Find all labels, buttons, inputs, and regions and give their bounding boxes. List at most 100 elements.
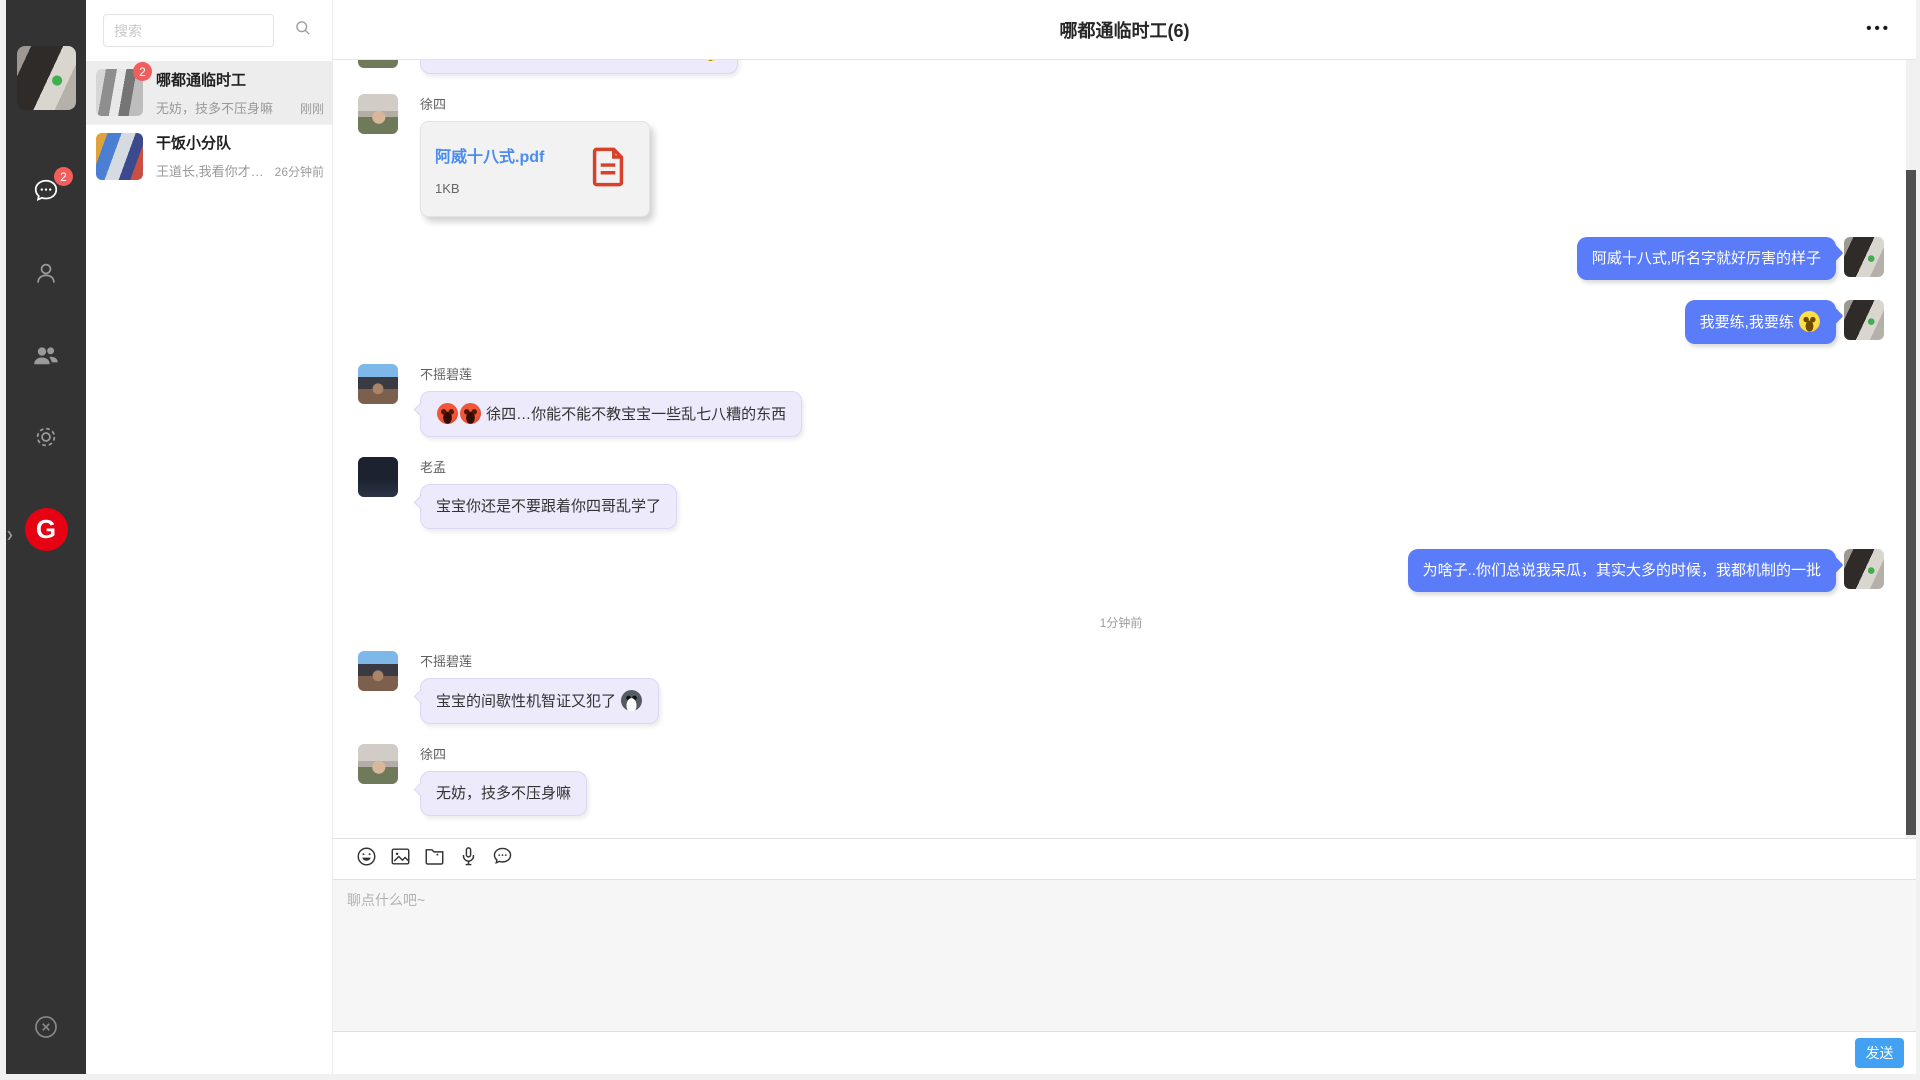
message: 不摇碧莲 徐四…你能不能不教宝宝一些乱七八糟的东西 [358,364,1884,437]
unread-badge: 2 [133,62,152,81]
message-bubble[interactable]: 我要练,我要练 [1685,300,1836,344]
message-bubble[interactable]: 徐四…你能不能不教宝宝一些乱七八糟的东西 [420,391,802,437]
message-body: 宝宝 我这有本祖传秘笈,很适合你修炼哦 [420,60,738,74]
avatar-user[interactable] [1844,237,1884,277]
chat-item-body: 干饭小分队王道长,我看你才… 26分钟前 [156,132,324,180]
chat-list: 2哪都通临时工无妨，技多不压身嘛刚刚干饭小分队王道长,我看你才…26分钟前 [86,61,332,187]
message: 老孟宝宝你还是不要跟着你四哥乱学了 [358,457,1884,529]
message-body: 不摇碧莲 徐四…你能不能不教宝宝一些乱七八糟的东西 [420,364,802,437]
chat-avatar: 2 [96,69,143,116]
rage-face-emoji [460,403,481,424]
expand-arrow-icon[interactable]: ❯ [6,530,14,541]
message-text: 阿威十八式,听名字就好厉害的样子 [1592,250,1821,267]
avatar-xusi[interactable] [358,94,398,134]
message-bubble[interactable]: 为啥子..你们总说我呆瓜，其实大多的时候，我都机制的一批 [1408,549,1836,592]
message-text: 宝宝你还是不要跟着你四哥乱学了 [436,498,661,515]
message-body: 徐四无妨，技多不压身嘛 [420,744,587,816]
scrollbar-thumb[interactable] [1906,170,1916,835]
conversation-title: 哪都通临时工(6) [1060,17,1190,43]
chat-avatar [96,133,143,180]
message-bubble[interactable]: 无妨，技多不压身嘛 [420,771,587,816]
file-message-card[interactable]: 阿威十八式.pdf1KB [420,121,650,217]
avatar-user[interactable] [1844,549,1884,589]
contacts-icon [32,259,60,287]
message-author: 老孟 [420,457,677,476]
gg-logo[interactable]: G [25,508,68,551]
message-input[interactable] [333,879,1916,1032]
message: 徐四阿威十八式.pdf1KB [358,94,1884,217]
message-text: 我要练,我要练 [1700,314,1798,331]
chat-item-title: 哪都通临时工 [156,69,324,90]
composer: 发送 [333,838,1916,1074]
message-body: 我要练,我要练 [1685,300,1836,344]
message-bubble[interactable]: 宝宝 我这有本祖传秘笈,很适合你修炼哦 [420,60,738,74]
message: 不摇碧莲宝宝的间歇性机智证又犯了 [358,651,1884,724]
avatar-xusi[interactable] [358,744,398,784]
message-body: 老孟宝宝你还是不要跟着你四哥乱学了 [420,457,677,529]
penguin-sticker-emoji [621,690,642,711]
chat-history-button[interactable] [485,844,519,874]
melting-face-emoji [1799,311,1820,332]
more-menu-button[interactable]: ••• [1866,24,1891,34]
chat-item-subtitle-row: 王道长,我看你才… 26分钟前 [156,161,324,180]
settings-nav-button[interactable] [31,422,61,452]
groups-nav-button[interactable] [31,340,61,370]
avatar-bilian[interactable] [358,651,398,691]
message-author: 不摇碧莲 [420,364,802,383]
send-button[interactable]: 发送 [1855,1038,1904,1068]
chats-nav-button[interactable]: 2 [31,176,61,206]
close-circle-icon [32,1013,60,1041]
message: 我要练,我要练 [358,300,1884,344]
message-author: 徐四 [420,744,587,763]
contacts-nav-button[interactable] [31,258,61,288]
avatar-user[interactable] [1844,300,1884,340]
avatar-laomeng[interactable] [358,457,398,497]
emoji-icon [355,845,378,873]
chat-item-last-message: 无妨，技多不压身嘛 [156,98,294,117]
user-avatar[interactable] [17,46,76,110]
message-text: 宝宝的间歇性机智证又犯了 [436,693,620,710]
message-text: 为啥子..你们总说我呆瓜，其实大多的时候，我都机制的一批 [1423,562,1821,579]
chat-list-item[interactable]: 干饭小分队王道长,我看你才… 26分钟前 [86,124,332,187]
voice-message-button[interactable] [451,844,485,874]
message-body: 阿威十八式,听名字就好厉害的样子 [1577,237,1836,280]
avatar-bilian[interactable] [358,364,398,404]
close-button[interactable] [31,1012,61,1042]
chat-list-panel: 2哪都通临时工无妨，技多不压身嘛刚刚干饭小分队王道长,我看你才…26分钟前 [86,0,332,1074]
chat-list-item[interactable]: 2哪都通临时工无妨，技多不压身嘛刚刚 [86,61,332,124]
mic-icon [457,845,480,873]
chat-item-subtitle-row: 无妨，技多不压身嘛刚刚 [156,98,324,117]
chat-item-time: 刚刚 [300,100,324,117]
message-text: 徐四…你能不能不教宝宝一些乱七八糟的东西 [482,406,786,423]
send-image-button[interactable] [383,844,417,874]
emoji-picker-button[interactable] [349,844,383,874]
message-bubble[interactable]: 阿威十八式,听名字就好厉害的样子 [1577,237,1836,280]
left-rail: 2 [6,0,86,1074]
message-author: 不摇碧莲 [420,651,659,670]
chat-avatar-image [96,133,143,180]
hugging-face-emoji [700,60,721,61]
chat-item-body: 哪都通临时工无妨，技多不压身嘛刚刚 [156,69,324,117]
message-list: 宝宝 我这有本祖传秘笈,很适合你修炼哦徐四阿威十八式.pdf1KB阿威十八式,听… [333,60,1916,838]
scrollbar-track[interactable] [1906,60,1916,838]
search-bar [86,0,332,61]
chat-item-last-message: 王道长,我看你才… [156,161,269,180]
chat-item-title: 干饭小分队 [156,132,324,153]
message-bubble[interactable]: 宝宝你还是不要跟着你四哥乱学了 [420,484,677,529]
chat-bubble-icon [491,845,514,873]
send-file-button[interactable] [417,844,451,874]
avatar-xusi[interactable] [358,60,398,68]
message-bubble[interactable]: 宝宝的间歇性机智证又犯了 [420,678,659,724]
message-author: 徐四 [420,94,650,113]
search-input[interactable] [103,14,274,47]
chat-item-time: 26分钟前 [275,163,324,180]
message-body: 为啥子..你们总说我呆瓜，其实大多的时候，我都机制的一批 [1408,549,1836,592]
search-button[interactable] [286,14,320,47]
file-name-link[interactable]: 阿威十八式.pdf [435,143,585,167]
image-icon [389,845,412,873]
conversation-header: 哪都通临时工(6) ••• [333,0,1916,60]
search-icon [293,18,313,43]
message: 宝宝 我这有本祖传秘笈,很适合你修炼哦 [358,60,1884,74]
folder-icon [423,845,446,873]
pdf-file-icon [585,144,631,195]
